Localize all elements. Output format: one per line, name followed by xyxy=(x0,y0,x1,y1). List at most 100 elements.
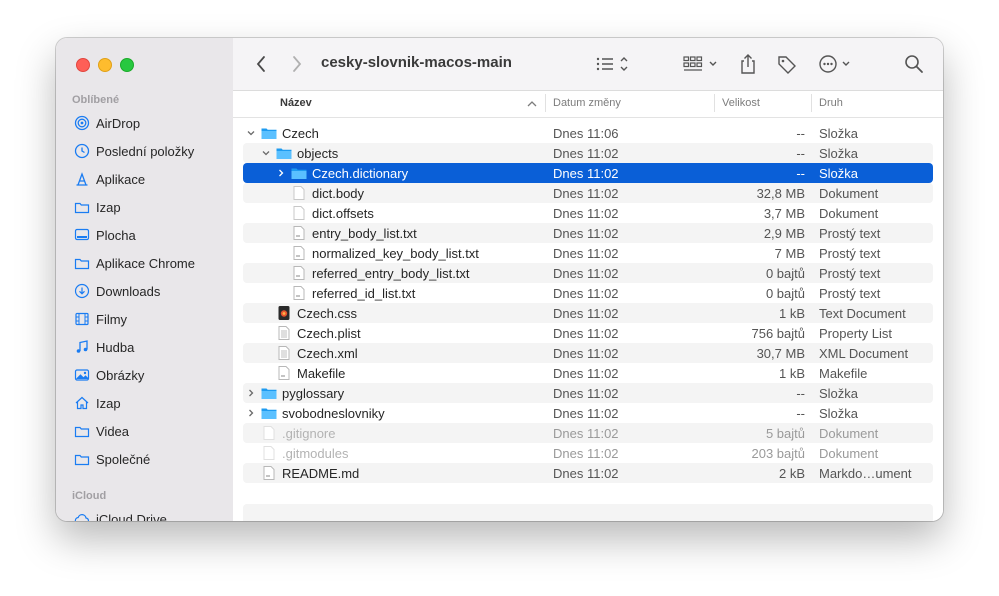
file-name: Makefile xyxy=(297,365,346,381)
sidebar-item-downloads[interactable]: Downloads xyxy=(74,277,160,305)
table-row[interactable]: Czech.css Dnes 11:02 1 kB Text Document xyxy=(243,303,933,323)
table-row[interactable]: objects Dnes 11:02 -- Složka xyxy=(243,143,933,163)
file-kind: Dokument xyxy=(819,186,879,201)
table-row[interactable]: Makefile Dnes 11:02 1 kB Makefile xyxy=(243,363,933,383)
column-kind[interactable]: Druh xyxy=(819,97,843,109)
close-button[interactable] xyxy=(76,58,90,72)
table-row[interactable]: normalized_key_body_list.txt Dnes 11:02 … xyxy=(243,243,933,263)
file-name: dict.body xyxy=(312,185,365,201)
back-button[interactable] xyxy=(251,54,271,74)
sort-ascending-icon[interactable] xyxy=(527,100,537,108)
table-row[interactable]: Czech.plist Dnes 11:02 756 bajtů Propert… xyxy=(243,323,933,343)
empty-row xyxy=(243,504,933,521)
column-divider[interactable] xyxy=(811,94,812,112)
file-size: 0 bajtů xyxy=(765,266,805,281)
column-date[interactable]: Datum změny xyxy=(553,97,621,109)
file-kind: Dokument xyxy=(819,426,879,441)
chevron-right-icon xyxy=(293,56,302,72)
view-options-button[interactable] xyxy=(595,54,631,74)
file-kind: XML Document xyxy=(819,346,909,361)
grid-icon xyxy=(683,56,717,71)
sidebar-item-recents[interactable]: Poslední položky xyxy=(74,137,194,165)
column-divider[interactable] xyxy=(714,94,715,112)
file-kind: Dokument xyxy=(819,206,879,221)
file-kind: Markdo…ument xyxy=(819,466,912,481)
disclosure-collapsed-icon[interactable] xyxy=(276,168,286,178)
zoom-button[interactable] xyxy=(120,58,134,72)
document-icon xyxy=(293,186,305,200)
sidebar-item-pictures[interactable]: Obrázky xyxy=(74,361,144,389)
disclosure-collapsed-icon[interactable] xyxy=(246,408,256,418)
disclosure-expanded-icon[interactable] xyxy=(246,128,256,138)
table-row[interactable]: Czech.xml Dnes 11:02 30,7 MB XML Documen… xyxy=(243,343,933,363)
sidebar-item-label: Izap xyxy=(96,395,121,411)
file-size: 5 bajtů xyxy=(765,426,805,441)
file-size: -- xyxy=(796,386,805,401)
sidebar-item-music[interactable]: Hudba xyxy=(74,333,134,361)
sidebar-item-label: Poslední položky xyxy=(96,143,195,159)
table-row[interactable]: dict.offsets Dnes 11:02 3,7 MB Dokument xyxy=(243,203,933,223)
hidden-document-icon xyxy=(263,426,275,440)
sidebar-item-applications[interactable]: Aplikace xyxy=(74,165,145,193)
file-name: Czech xyxy=(282,125,319,141)
search-button[interactable] xyxy=(903,53,925,75)
minimize-button[interactable] xyxy=(98,58,112,72)
sidebar-item-label: Aplikace xyxy=(96,171,146,187)
column-size[interactable]: Velikost xyxy=(722,97,760,109)
sidebar-item-label: Hudba xyxy=(96,339,135,355)
share-button[interactable] xyxy=(736,52,760,76)
table-row[interactable]: referred_entry_body_list.txt Dnes 11:02 … xyxy=(243,263,933,283)
sidebar-item-desktop[interactable]: Plocha xyxy=(74,221,136,249)
sidebar-item-label: Izap xyxy=(96,199,121,215)
music-icon xyxy=(76,340,88,353)
table-row-selected[interactable]: Czech.dictionary Dnes 11:02 -- Složka xyxy=(243,163,933,183)
table-row[interactable]: pyglossary Dnes 11:02 -- Složka xyxy=(243,383,933,403)
file-name: Czech.xml xyxy=(297,345,358,361)
sidebar-item-movies[interactable]: Filmy xyxy=(74,305,127,333)
column-name[interactable]: Název xyxy=(280,97,312,109)
main-pane: cesky-slovnik-macos-main Název Datum změ… xyxy=(233,38,943,521)
table-row[interactable]: .gitignore Dnes 11:02 5 bajtů Dokument xyxy=(243,423,933,443)
file-name: .gitignore xyxy=(282,425,336,441)
file-name: objects xyxy=(297,145,339,161)
file-date: Dnes 11:02 xyxy=(553,286,619,301)
sidebar-item-home[interactable]: Izap xyxy=(74,389,121,417)
file-size: -- xyxy=(796,126,805,141)
sidebar-item-shared[interactable]: Společné xyxy=(74,445,150,473)
file-size: 32,8 MB xyxy=(756,186,805,201)
column-divider[interactable] xyxy=(545,94,546,112)
table-row[interactable]: referred_id_list.txt Dnes 11:02 0 bajtů … xyxy=(243,283,933,303)
file-size: 30,7 MB xyxy=(756,346,805,361)
sidebar-item-izap[interactable]: Izap xyxy=(74,193,121,221)
file-date: Dnes 11:02 xyxy=(553,246,619,261)
table-row[interactable]: README.md Dnes 11:02 2 kB Markdo…ument xyxy=(243,463,933,483)
table-row[interactable]: entry_body_list.txt Dnes 11:02 2,9 MB Pr… xyxy=(243,223,933,243)
file-date: Dnes 11:02 xyxy=(553,366,619,381)
disclosure-expanded-icon[interactable] xyxy=(261,148,271,158)
sidebar-item-label: Obrázky xyxy=(96,367,145,383)
file-name: Czech.dictionary xyxy=(312,165,409,181)
file-size: 203 bajtů xyxy=(751,446,806,461)
file-kind: Dokument xyxy=(819,446,879,461)
table-row[interactable]: svobodneslovniky Dnes 11:02 -- Složka xyxy=(243,403,933,423)
forward-button[interactable] xyxy=(287,54,307,74)
file-date: Dnes 11:02 xyxy=(553,166,619,181)
more-actions-button[interactable] xyxy=(818,54,856,74)
table-row[interactable]: Czech Dnes 11:06 -- Složka xyxy=(243,123,933,143)
sidebar-item-icloud-drive[interactable]: iCloud Drive xyxy=(74,505,167,521)
film-icon xyxy=(75,312,89,326)
tags-button[interactable] xyxy=(775,52,799,76)
disclosure-collapsed-icon[interactable] xyxy=(246,388,256,398)
sidebar-item-videos[interactable]: Videa xyxy=(74,417,129,445)
sidebar-item-airdrop[interactable]: AirDrop xyxy=(74,109,140,137)
clock-icon xyxy=(74,143,90,159)
group-button[interactable] xyxy=(683,54,721,74)
sidebar-item-chrome-apps[interactable]: Aplikace Chrome xyxy=(74,249,195,277)
table-row[interactable]: .gitmodules Dnes 11:02 203 bajtů Dokumen… xyxy=(243,443,933,463)
table-row[interactable]: dict.body Dnes 11:02 32,8 MB Dokument xyxy=(243,183,933,203)
file-name: svobodneslovniky xyxy=(282,405,385,421)
window-title: cesky-slovnik-macos-main xyxy=(321,54,512,71)
folder-icon xyxy=(74,454,90,466)
folder-icon xyxy=(74,202,90,214)
desktop-icon xyxy=(74,228,90,241)
